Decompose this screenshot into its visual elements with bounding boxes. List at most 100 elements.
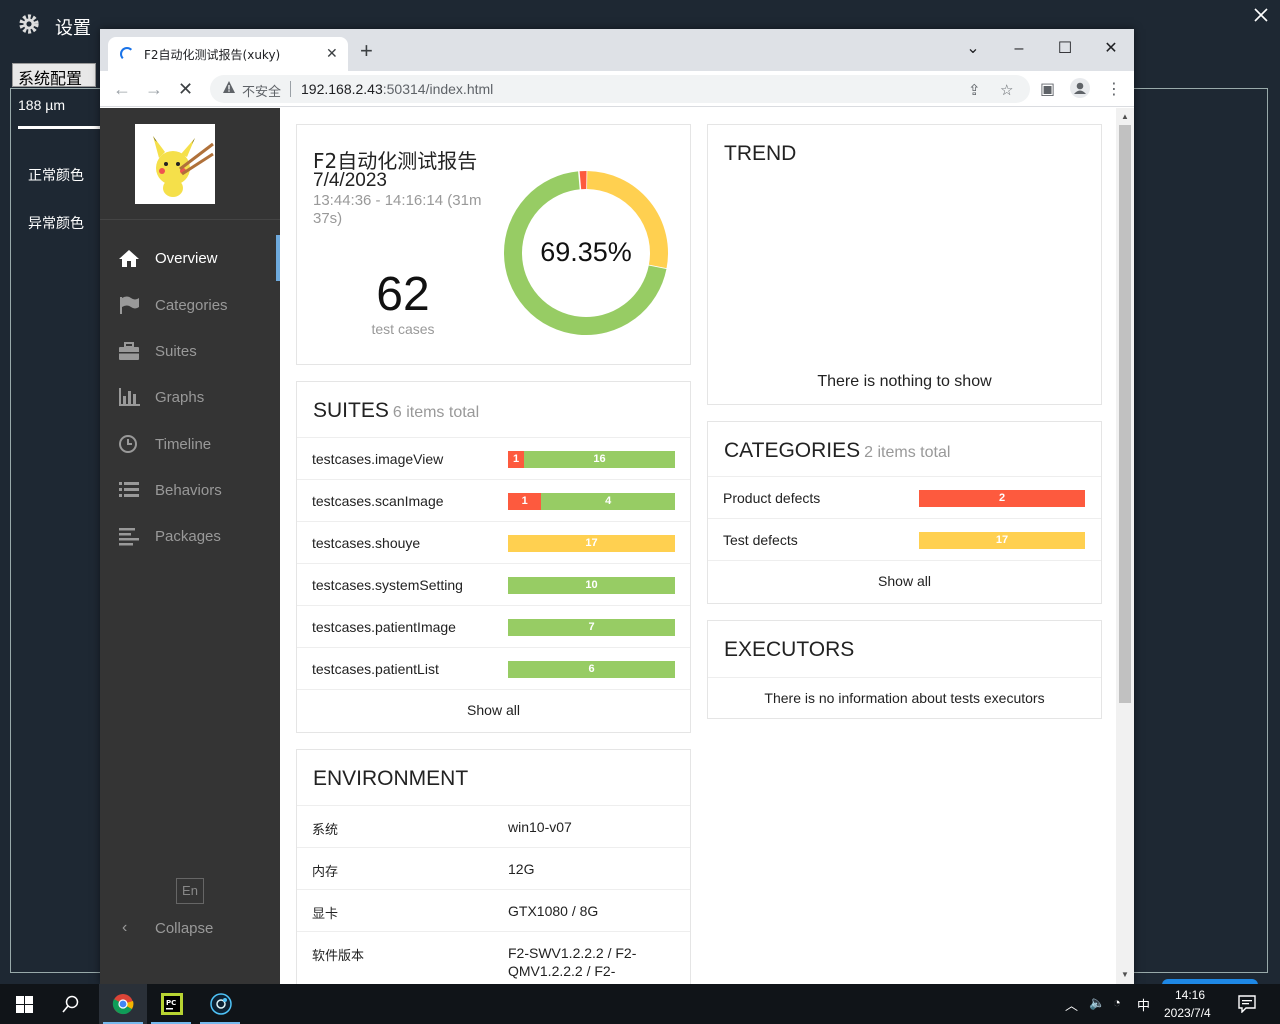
minimize-icon[interactable]: –: [1004, 35, 1034, 63]
status-segment-green: 7: [508, 619, 675, 636]
executors-widget: EXECUTORS There is no information about …: [707, 620, 1102, 719]
notification-icon[interactable]: [1238, 995, 1256, 1013]
stop-loading-icon[interactable]: ✕: [178, 79, 193, 100]
network-icon[interactable]: ◔: [1113, 995, 1121, 1010]
bookmark-star-icon[interactable]: ☆: [1000, 81, 1013, 99]
pass-rate-percent: 69.35%: [540, 237, 632, 267]
category-name: Test defects: [723, 532, 798, 548]
status-segment-yellow: 17: [919, 532, 1085, 549]
clock-time[interactable]: 14:16: [1175, 988, 1205, 1002]
url-host: 192.168.2.43: [301, 81, 383, 97]
collapse-button[interactable]: ‹ Collapse: [100, 916, 280, 942]
back-arrow-icon[interactable]: ←: [113, 79, 131, 100]
category-row[interactable]: Test defects 17: [708, 518, 1101, 560]
trend-title: TREND: [724, 142, 797, 165]
suite-row[interactable]: testcases.patientList 6: [297, 647, 690, 689]
system-config-tab[interactable]: 系统配置: [12, 63, 96, 88]
scroll-down-arrow-icon[interactable]: ▼: [1121, 970, 1129, 979]
sidebar-item-suites[interactable]: Suites: [100, 328, 280, 374]
window-close-icon[interactable]: ✕: [1096, 35, 1126, 63]
pikachu-logo: [135, 124, 215, 204]
size-slider[interactable]: [18, 126, 100, 129]
status-segment-green: 16: [524, 451, 675, 468]
side-panel-icon[interactable]: ▣: [1040, 79, 1055, 99]
gear-icon: [19, 14, 39, 34]
sidebar-item-timeline[interactable]: Timeline: [100, 421, 280, 467]
scroll-up-arrow-icon[interactable]: ▲: [1121, 112, 1129, 121]
status-bar: 7: [508, 619, 675, 636]
sidebar-item-label: Timeline: [155, 436, 212, 453]
svg-text:PC: PC: [166, 999, 176, 1007]
security-label[interactable]: 不安全: [242, 81, 281, 100]
forward-arrow-icon[interactable]: →: [145, 79, 163, 100]
tab-strip: F2自动化测试报告(xuky) ✕ + ⌄ – ☐ ✕: [100, 29, 1134, 71]
sidebar-item-overview[interactable]: Overview: [100, 235, 280, 281]
environment-key: 软件版本: [312, 949, 365, 964]
kebab-menu-icon[interactable]: ⋮: [1106, 79, 1122, 99]
sidebar-item-behaviors[interactable]: Behaviors: [100, 467, 280, 513]
category-row[interactable]: Product defects 2: [708, 476, 1101, 518]
suite-row[interactable]: testcases.systemSetting 10: [297, 563, 690, 605]
category-name: Product defects: [723, 490, 821, 506]
scrollbar-thumb[interactable]: [1119, 125, 1131, 703]
suite-row[interactable]: testcases.patientImage 7: [297, 605, 690, 647]
share-icon[interactable]: ⇪: [968, 81, 981, 99]
volume-icon[interactable]: 🔈: [1089, 995, 1105, 1011]
background-panel-right: [1133, 88, 1268, 973]
url-text[interactable]: 192.168.2.43:50314/index.html: [301, 81, 493, 97]
suite-row[interactable]: testcases.imageView 1 16: [297, 437, 690, 479]
close-icon[interactable]: [1250, 4, 1272, 26]
status-segment-red: 1: [508, 451, 524, 468]
chevron-left-icon: ‹: [122, 919, 128, 936]
environment-row: 内存 12G: [297, 847, 690, 889]
status-bar: 17: [919, 532, 1085, 549]
environment-widget: ENVIRONMENT 系统 win10-v07 内存 12G 显卡 GTX1080 / …: [296, 749, 691, 984]
clock-icon: [119, 435, 137, 453]
tray-chevron-up-icon[interactable]: ︿: [1065, 995, 1078, 1014]
suites-title-text: SUITES: [313, 399, 389, 422]
sidebar-item-packages[interactable]: Packages: [100, 513, 280, 559]
url-path: :50314/index.html: [382, 81, 494, 97]
test-case-count-label: test cases: [371, 321, 435, 337]
sidebar-item-categories[interactable]: Categories: [100, 282, 280, 328]
windows-start-icon[interactable]: [16, 996, 33, 1013]
windows-taskbar: PC ︿ 🔈 ◔ 中 14:16 2023/7/4: [0, 984, 1280, 1024]
categories-show-all-link[interactable]: Show all: [708, 560, 1101, 602]
profile-avatar-icon[interactable]: [1070, 78, 1090, 98]
report-page: Overview Categories Suites Graphs Timeli…: [100, 108, 1134, 984]
suite-row[interactable]: testcases.scanImage 1 4: [297, 479, 690, 521]
suite-name: testcases.patientImage: [312, 619, 456, 635]
flag-icon: [120, 296, 139, 314]
page-scrollbar[interactable]: ▲ ▼: [1116, 108, 1134, 984]
chrome-taskbar-icon[interactable]: [99, 984, 147, 1024]
sidebar-item-graphs[interactable]: Graphs: [100, 374, 280, 420]
clock-date[interactable]: 2023/7/4: [1164, 1006, 1211, 1020]
tab-search-chevron-icon[interactable]: ⌄: [958, 35, 988, 63]
ime-indicator[interactable]: 中: [1137, 995, 1150, 1014]
search-icon[interactable]: [62, 995, 80, 1013]
report-time-range: 13:44:36 - 14:16:14 (31m 37s): [313, 192, 482, 227]
environment-value: F2-SWV1.2.2.2 / F2-QMV1.2.2.2 / F2-: [508, 945, 637, 979]
suites-show-all-link[interactable]: Show all: [297, 689, 690, 731]
tab-close-icon[interactable]: ✕: [326, 45, 338, 62]
suite-name: testcases.scanImage: [312, 493, 444, 509]
executors-title: EXECUTORS: [724, 638, 855, 661]
language-switch-button[interactable]: En: [176, 878, 204, 904]
browser-tab[interactable]: F2自动化测试报告(xuky) ✕: [108, 37, 348, 71]
align-left-icon: [119, 528, 139, 546]
chrome-icon: [112, 994, 134, 1015]
app-taskbar-icon[interactable]: [196, 984, 244, 1024]
pycharm-taskbar-icon[interactable]: PC: [147, 984, 195, 1024]
new-tab-icon[interactable]: +: [360, 40, 373, 62]
suite-row[interactable]: testcases.shouye 17: [297, 521, 690, 563]
bar-chart-icon: [119, 388, 140, 406]
pycharm-icon: PC: [161, 993, 183, 1015]
sidebar-item-label: Graphs: [155, 389, 205, 406]
environment-value: 12G: [508, 861, 535, 877]
status-segment-green: 10: [508, 577, 675, 594]
environment-key: 显卡: [312, 907, 339, 922]
executors-empty-message: There is no information about tests exec…: [708, 677, 1101, 719]
address-bar[interactable]: 不安全 192.168.2.43:50314/index.html ⇪ ☆: [210, 75, 1030, 103]
app-icon: [210, 993, 232, 1015]
maximize-icon[interactable]: ☐: [1050, 35, 1080, 63]
